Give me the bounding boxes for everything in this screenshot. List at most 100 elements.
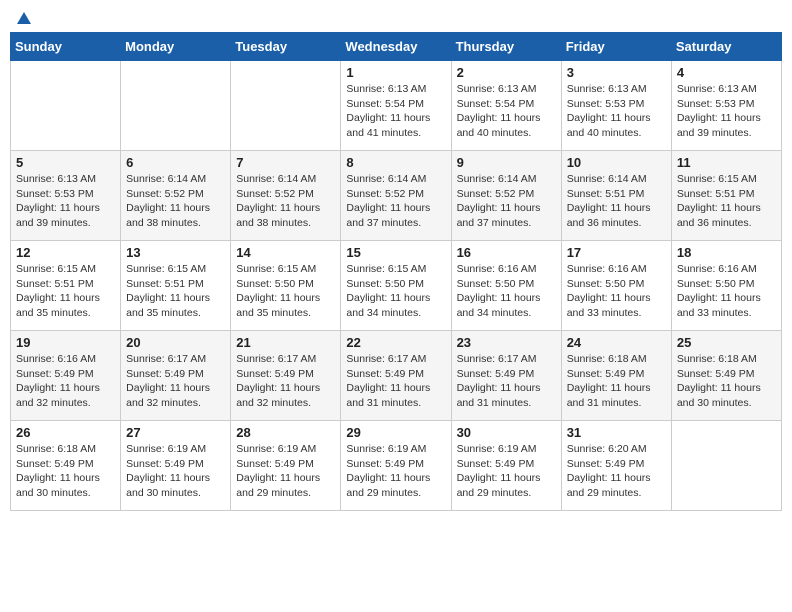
- logo: [14, 10, 34, 24]
- calendar-table: SundayMondayTuesdayWednesdayThursdayFrid…: [10, 32, 782, 511]
- calendar-day-cell: 4 Sunrise: 6:13 AM Sunset: 5:53 PM Daylig…: [671, 61, 781, 151]
- day-number: 24: [567, 335, 666, 350]
- weekday-header: Tuesday: [231, 33, 341, 61]
- day-number: 13: [126, 245, 225, 260]
- calendar-day-cell: 7Sunrise: 6:14 AM Sunset: 5:52 PM Daylig…: [231, 151, 341, 241]
- calendar-day-cell: 14 Sunrise: 6:15 AM Sunset: 5:50 PM Dayli…: [231, 241, 341, 331]
- page-header: [10, 10, 782, 24]
- calendar-week-row: 12Sunrise: 6:15 AM Sunset: 5:51 PM Dayli…: [11, 241, 782, 331]
- calendar-day-cell: 15 Sunrise: 6:15 AM Sunset: 5:50 PM Dayli…: [341, 241, 451, 331]
- calendar-day-cell: 1 Sunrise: 6:13 AM Sunset: 5:54 PM Daylig…: [341, 61, 451, 151]
- calendar-day-cell: 30 Sunrise: 6:19 AM Sunset: 5:49 PM Dayli…: [451, 421, 561, 511]
- day-info: Sunrise: 6:14 AM Sunset: 5:52 PM Dayligh…: [346, 172, 445, 231]
- calendar-day-cell: 6Sunrise: 6:14 AM Sunset: 5:52 PM Daylig…: [121, 151, 231, 241]
- day-number: 27: [126, 425, 225, 440]
- day-info: Sunrise: 6:17 AM Sunset: 5:49 PM Dayligh…: [457, 352, 556, 411]
- day-info: Sunrise: 6:15 AM Sunset: 5:51 PM Dayligh…: [16, 262, 115, 321]
- calendar-day-cell: 16 Sunrise: 6:16 AM Sunset: 5:50 PM Dayli…: [451, 241, 561, 331]
- weekday-header: Friday: [561, 33, 671, 61]
- day-number: 23: [457, 335, 556, 350]
- day-number: 31: [567, 425, 666, 440]
- day-number: 26: [16, 425, 115, 440]
- calendar-day-cell: 21 Sunrise: 6:17 AM Sunset: 5:49 PM Dayli…: [231, 331, 341, 421]
- day-info: Sunrise: 6:16 AM Sunset: 5:49 PM Dayligh…: [16, 352, 115, 411]
- day-info: Sunrise: 6:18 AM Sunset: 5:49 PM Dayligh…: [567, 352, 666, 411]
- calendar-week-row: 26Sunrise: 6:18 AM Sunset: 5:49 PM Dayli…: [11, 421, 782, 511]
- day-info: Sunrise: 6:13 AM Sunset: 5:53 PM Dayligh…: [567, 82, 666, 141]
- day-number: 25: [677, 335, 776, 350]
- day-number: 15: [346, 245, 445, 260]
- day-number: 30: [457, 425, 556, 440]
- calendar-day-cell: 18 Sunrise: 6:16 AM Sunset: 5:50 PM Dayli…: [671, 241, 781, 331]
- calendar-day-cell: [121, 61, 231, 151]
- calendar-day-cell: [11, 61, 121, 151]
- calendar-day-cell: [671, 421, 781, 511]
- day-info: Sunrise: 6:16 AM Sunset: 5:50 PM Dayligh…: [677, 262, 776, 321]
- day-info: Sunrise: 6:13 AM Sunset: 5:53 PM Dayligh…: [677, 82, 776, 141]
- calendar-day-cell: 23 Sunrise: 6:17 AM Sunset: 5:49 PM Dayli…: [451, 331, 561, 421]
- day-info: Sunrise: 6:15 AM Sunset: 5:50 PM Dayligh…: [236, 262, 335, 321]
- day-info: Sunrise: 6:13 AM Sunset: 5:54 PM Dayligh…: [346, 82, 445, 141]
- day-info: Sunrise: 6:19 AM Sunset: 5:49 PM Dayligh…: [126, 442, 225, 501]
- day-info: Sunrise: 6:18 AM Sunset: 5:49 PM Dayligh…: [677, 352, 776, 411]
- day-number: 5: [16, 155, 115, 170]
- day-number: 1: [346, 65, 445, 80]
- day-info: Sunrise: 6:14 AM Sunset: 5:51 PM Dayligh…: [567, 172, 666, 231]
- day-number: 21: [236, 335, 335, 350]
- day-number: 22: [346, 335, 445, 350]
- calendar-day-cell: 5 Sunrise: 6:13 AM Sunset: 5:53 PM Daylig…: [11, 151, 121, 241]
- day-number: 2: [457, 65, 556, 80]
- day-info: Sunrise: 6:19 AM Sunset: 5:49 PM Dayligh…: [346, 442, 445, 501]
- calendar-week-row: 1 Sunrise: 6:13 AM Sunset: 5:54 PM Daylig…: [11, 61, 782, 151]
- day-number: 28: [236, 425, 335, 440]
- calendar-week-row: 5 Sunrise: 6:13 AM Sunset: 5:53 PM Daylig…: [11, 151, 782, 241]
- calendar-day-cell: 3 Sunrise: 6:13 AM Sunset: 5:53 PM Daylig…: [561, 61, 671, 151]
- calendar-day-cell: 24 Sunrise: 6:18 AM Sunset: 5:49 PM Dayli…: [561, 331, 671, 421]
- day-number: 16: [457, 245, 556, 260]
- day-info: Sunrise: 6:16 AM Sunset: 5:50 PM Dayligh…: [457, 262, 556, 321]
- calendar-day-cell: 31 Sunrise: 6:20 AM Sunset: 5:49 PM Dayli…: [561, 421, 671, 511]
- day-number: 20: [126, 335, 225, 350]
- day-number: 18: [677, 245, 776, 260]
- day-number: 8: [346, 155, 445, 170]
- weekday-header: Wednesday: [341, 33, 451, 61]
- day-number: 7: [236, 155, 335, 170]
- day-number: 11: [677, 155, 776, 170]
- day-info: Sunrise: 6:13 AM Sunset: 5:54 PM Dayligh…: [457, 82, 556, 141]
- day-number: 10: [567, 155, 666, 170]
- day-number: 9: [457, 155, 556, 170]
- calendar-day-cell: 10 Sunrise: 6:14 AM Sunset: 5:51 PM Dayli…: [561, 151, 671, 241]
- weekday-header: Thursday: [451, 33, 561, 61]
- day-info: Sunrise: 6:16 AM Sunset: 5:50 PM Dayligh…: [567, 262, 666, 321]
- day-info: Sunrise: 6:13 AM Sunset: 5:53 PM Dayligh…: [16, 172, 115, 231]
- calendar-day-cell: 8 Sunrise: 6:14 AM Sunset: 5:52 PM Daylig…: [341, 151, 451, 241]
- day-info: Sunrise: 6:19 AM Sunset: 5:49 PM Dayligh…: [457, 442, 556, 501]
- calendar-week-row: 19 Sunrise: 6:16 AM Sunset: 5:49 PM Dayli…: [11, 331, 782, 421]
- weekday-header: Saturday: [671, 33, 781, 61]
- calendar-day-cell: 13 Sunrise: 6:15 AM Sunset: 5:51 PM Dayli…: [121, 241, 231, 331]
- day-number: 14: [236, 245, 335, 260]
- day-info: Sunrise: 6:17 AM Sunset: 5:49 PM Dayligh…: [346, 352, 445, 411]
- calendar-day-cell: 26Sunrise: 6:18 AM Sunset: 5:49 PM Dayli…: [11, 421, 121, 511]
- calendar-day-cell: 19 Sunrise: 6:16 AM Sunset: 5:49 PM Dayli…: [11, 331, 121, 421]
- day-info: Sunrise: 6:20 AM Sunset: 5:49 PM Dayligh…: [567, 442, 666, 501]
- calendar-day-cell: 11 Sunrise: 6:15 AM Sunset: 5:51 PM Dayli…: [671, 151, 781, 241]
- logo-icon: [15, 10, 33, 28]
- weekday-header: Sunday: [11, 33, 121, 61]
- day-info: Sunrise: 6:15 AM Sunset: 5:51 PM Dayligh…: [126, 262, 225, 321]
- calendar-day-cell: 27 Sunrise: 6:19 AM Sunset: 5:49 PM Dayli…: [121, 421, 231, 511]
- day-info: Sunrise: 6:17 AM Sunset: 5:49 PM Dayligh…: [236, 352, 335, 411]
- day-info: Sunrise: 6:14 AM Sunset: 5:52 PM Dayligh…: [126, 172, 225, 231]
- day-info: Sunrise: 6:14 AM Sunset: 5:52 PM Dayligh…: [457, 172, 556, 231]
- day-number: 17: [567, 245, 666, 260]
- calendar-day-cell: 29Sunrise: 6:19 AM Sunset: 5:49 PM Dayli…: [341, 421, 451, 511]
- calendar-day-cell: 9 Sunrise: 6:14 AM Sunset: 5:52 PM Daylig…: [451, 151, 561, 241]
- calendar-day-cell: 17 Sunrise: 6:16 AM Sunset: 5:50 PM Dayli…: [561, 241, 671, 331]
- day-info: Sunrise: 6:15 AM Sunset: 5:51 PM Dayligh…: [677, 172, 776, 231]
- day-number: 4: [677, 65, 776, 80]
- day-info: Sunrise: 6:15 AM Sunset: 5:50 PM Dayligh…: [346, 262, 445, 321]
- calendar-day-cell: [231, 61, 341, 151]
- day-number: 19: [16, 335, 115, 350]
- calendar-day-cell: 20Sunrise: 6:17 AM Sunset: 5:49 PM Dayli…: [121, 331, 231, 421]
- day-number: 3: [567, 65, 666, 80]
